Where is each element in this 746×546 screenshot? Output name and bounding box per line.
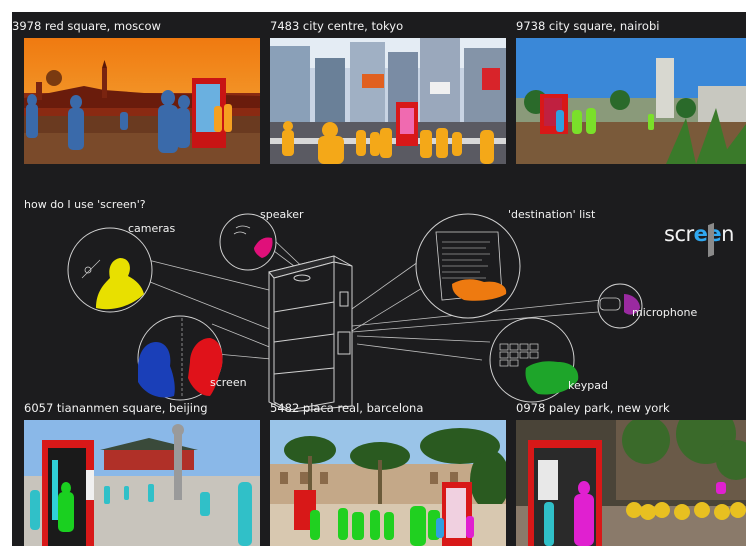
photo-barcelona bbox=[270, 420, 506, 546]
photo-tokyo bbox=[270, 38, 506, 164]
screen-logo: screen bbox=[664, 222, 734, 246]
photo-nairobi bbox=[516, 38, 746, 164]
caption-moscow: 3978 red square, moscow bbox=[12, 19, 161, 33]
label-microphone: microphone bbox=[632, 306, 698, 319]
photo-beijing bbox=[24, 420, 260, 546]
label-speaker: speaker bbox=[260, 208, 304, 221]
label-keypad: keypad bbox=[568, 379, 608, 392]
photo-moscow bbox=[24, 38, 260, 164]
caption-new-york: 0978 paley park, new york bbox=[516, 401, 670, 415]
caption-barcelona: 5482 placa real, barcelona bbox=[270, 401, 424, 415]
caption-beijing: 6057 tiananmen square, beijing bbox=[24, 401, 208, 415]
caption-nairobi: 9738 city square, nairobi bbox=[516, 19, 660, 33]
usage-diagram bbox=[67, 213, 643, 412]
poster-board: 3978 red square, moscow 7483 city centre… bbox=[12, 12, 746, 546]
label-cameras: cameras bbox=[128, 222, 176, 235]
caption-tokyo: 7483 city centre, tokyo bbox=[270, 19, 404, 33]
label-destination-list: 'destination' list bbox=[508, 208, 596, 221]
photo-new-york bbox=[516, 420, 746, 546]
logo-bar-icon bbox=[708, 222, 714, 258]
label-screen: screen bbox=[210, 376, 247, 389]
